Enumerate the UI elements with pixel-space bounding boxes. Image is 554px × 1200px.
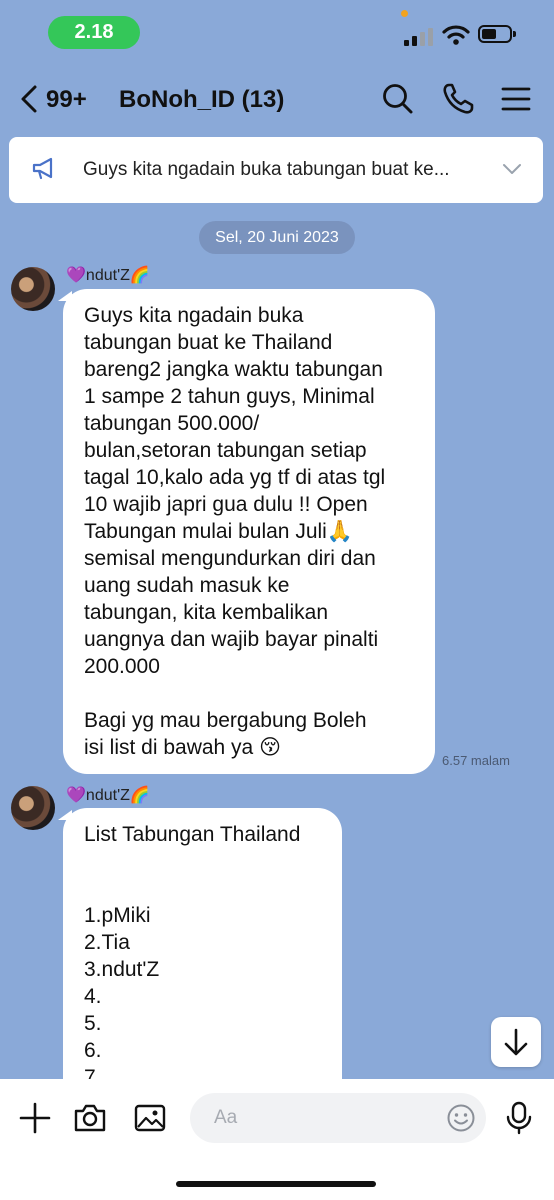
sender-name: 💜ndut'Z🌈	[66, 787, 150, 804]
wifi-icon	[442, 25, 470, 45]
message-line: tabungan buat ke Thailand	[84, 331, 333, 354]
chevron-down-icon[interactable]	[501, 161, 523, 177]
status-time: 2.18	[48, 16, 140, 49]
chat-title: BoNoh_ID (13)	[119, 86, 285, 113]
message-line: bareng2 jangka waktu tabungan	[84, 358, 383, 381]
battery-icon	[478, 25, 516, 43]
menu-icon[interactable]	[499, 82, 533, 116]
camera-icon[interactable]	[73, 1101, 107, 1135]
message-line: tabungan, kita kembalikan	[84, 601, 328, 624]
status-bar: 2.18	[0, 0, 554, 64]
emoji-icon[interactable]	[446, 1103, 476, 1133]
avatar[interactable]	[11, 786, 55, 830]
message-line: Guys kita ngadain buka	[84, 304, 304, 327]
privacy-indicator-dot	[401, 10, 408, 17]
message-line: tagal 10,kalo ada yg tf di atas tgl	[84, 466, 386, 489]
message-line: Tabungan mulai bulan Juli🙏	[84, 520, 353, 543]
message-line: 3.ndut'Z	[84, 958, 160, 981]
message-line: uang sudah masuk ke	[84, 574, 290, 597]
message-line: 4.	[84, 985, 102, 1008]
unread-count[interactable]: 99+	[46, 86, 87, 114]
message-line: semisal mengundurkan diri dan	[84, 547, 376, 570]
image-icon[interactable]	[133, 1101, 167, 1135]
scroll-to-bottom-button[interactable]	[491, 1017, 541, 1067]
back-chevron-icon[interactable]	[18, 84, 42, 114]
message-input[interactable]	[190, 1093, 486, 1143]
message-line: isi list di bawah ya 😚	[84, 736, 281, 759]
message-line: Bagi yg mau bergabung Boleh	[84, 709, 367, 732]
home-indicator	[176, 1181, 376, 1187]
plus-icon[interactable]	[18, 1101, 52, 1135]
date-separator: Sel, 20 Juni 2023	[199, 221, 355, 254]
message-line: 10 wajib japri gua dulu !! Open	[84, 493, 368, 516]
message-line: List Tabungan Thailand	[84, 823, 301, 846]
message-line: 5.	[84, 1012, 102, 1035]
message-line	[84, 680, 435, 707]
message-line: bulan,setoran tabungan setiap	[84, 439, 367, 462]
message-bubble[interactable]: List Tabungan Thailand 1.pMiki 2.Tia 3.ndut…	[63, 808, 342, 1098]
chat-header: 99+ BoNoh_ID (13)	[0, 64, 554, 134]
message-line	[84, 848, 342, 875]
message-line: 200.000	[84, 655, 160, 678]
phone-icon[interactable]	[441, 82, 475, 116]
message-line: 6.	[84, 1039, 102, 1062]
announcement-banner[interactable]: Guys kita ngadain buka tabungan buat ke.…	[9, 137, 543, 203]
message-line: 1.pMiki	[84, 904, 151, 927]
avatar[interactable]	[11, 267, 55, 311]
megaphone-icon	[32, 157, 53, 180]
microphone-icon[interactable]	[502, 1101, 536, 1135]
sender-name: 💜ndut'Z🌈	[66, 267, 150, 284]
cellular-signal-icon	[404, 28, 436, 46]
message-line	[84, 875, 342, 902]
message-line: 1 sampe 2 tahun guys, Minimal	[84, 385, 375, 408]
search-icon[interactable]	[381, 82, 415, 116]
announcement-text: Guys kita ngadain buka tabungan buat ke.…	[83, 159, 450, 180]
arrow-down-icon	[504, 1028, 528, 1056]
message-bubble[interactable]: Guys kita ngadain buka tabungan buat ke T…	[63, 289, 435, 774]
message-line: tabungan 500.000/	[84, 412, 260, 435]
message-time: 6.57 malam	[442, 753, 510, 768]
message-line: uangnya dan wajib bayar pinalti	[84, 628, 379, 651]
message-line: 2.Tia	[84, 931, 130, 954]
